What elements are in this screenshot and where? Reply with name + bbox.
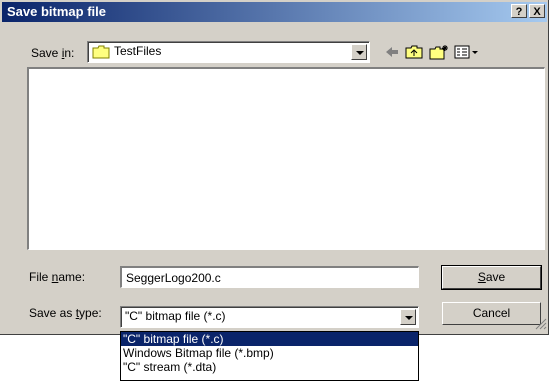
save-as-type-dropdown-list[interactable]: "C" bitmap file (*.c) Windows Bitmap fil… xyxy=(120,331,419,381)
title-bar[interactable]: Save bitmap file ? X xyxy=(2,2,547,22)
resize-grip-icon[interactable] xyxy=(535,318,547,333)
back-arrow-icon[interactable] xyxy=(384,44,400,60)
file-name-label: File name: xyxy=(29,270,86,284)
type-option[interactable]: Windows Bitmap file (*.bmp) xyxy=(121,346,418,360)
save-as-type-label: Save as type: xyxy=(29,306,102,320)
file-list[interactable] xyxy=(27,67,545,250)
up-folder-icon[interactable] xyxy=(405,44,423,60)
save-in-value: TestFiles xyxy=(114,44,162,58)
folder-icon xyxy=(92,45,110,62)
save-dialog: Save bitmap file ? X Save in: TestFiles … xyxy=(0,0,549,335)
save-button[interactable]: Save xyxy=(441,265,542,290)
save-as-type-dropdown-button[interactable] xyxy=(400,309,416,325)
help-button[interactable]: ? xyxy=(511,4,527,18)
view-menu-icon[interactable] xyxy=(454,44,480,60)
close-button[interactable]: X xyxy=(529,4,545,18)
save-as-type-value: "C" bitmap file (*.c) xyxy=(125,309,226,323)
type-option[interactable]: "C" stream (*.dta) xyxy=(121,360,418,374)
dialog-title: Save bitmap file xyxy=(7,4,106,19)
file-name-input[interactable] xyxy=(120,266,419,288)
type-option[interactable]: "C" bitmap file (*.c) xyxy=(121,332,418,346)
new-folder-icon[interactable] xyxy=(429,44,449,60)
cancel-button[interactable]: Cancel xyxy=(442,302,541,325)
save-in-label: Save in: xyxy=(31,46,75,60)
save-as-type-combo[interactable]: "C" bitmap file (*.c) xyxy=(120,306,419,328)
save-in-combo[interactable]: TestFiles xyxy=(87,41,370,63)
save-in-dropdown-button[interactable] xyxy=(351,44,367,60)
